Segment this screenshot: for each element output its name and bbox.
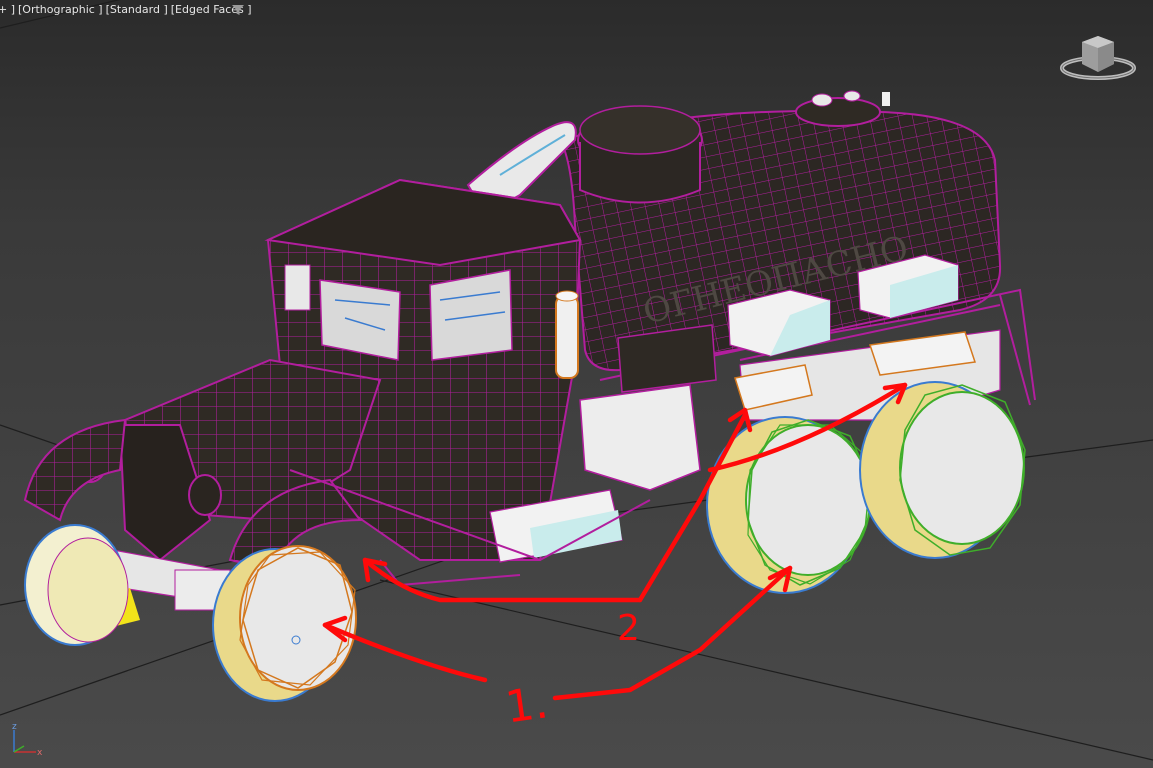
viewport-label-menu[interactable]: + ] [Orthographic ] [Standard ] [Edged Face… (0, 3, 255, 16)
truck-model-scene[interactable]: ОГНЕОПАСНО 1. 2 (0, 0, 1153, 768)
front-wheel-left (24, 524, 129, 646)
shading-menu[interactable]: [Standard ] (106, 3, 168, 16)
annotation-label-2: 2 (617, 608, 640, 649)
viewport-plus-menu[interactable]: + ] (0, 3, 15, 16)
3d-viewport[interactable]: ОГНЕОПАСНО 1. 2 +] [Orthographic] [Sta… (0, 0, 1153, 768)
view-type-menu[interactable]: [Orthographic ] (18, 3, 103, 16)
viewcube-icon[interactable] (1060, 32, 1136, 84)
annotation-label-1: 1. (502, 677, 551, 733)
axis-gizmo-icon: z x (12, 722, 43, 758)
rear-wheel-back (859, 381, 1026, 559)
tank-hatch (577, 105, 703, 204)
axis-z-label: z (12, 722, 17, 732)
filter-icon[interactable] (231, 4, 245, 16)
axis-x-label: x (37, 748, 43, 758)
extinguisher (555, 290, 579, 379)
